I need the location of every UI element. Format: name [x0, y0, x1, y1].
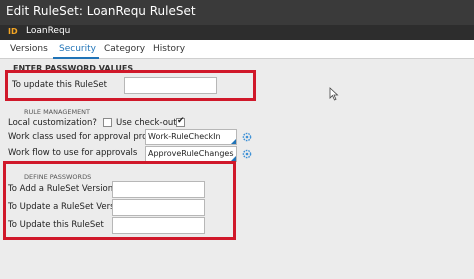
id-badge: ID [8, 27, 18, 36]
work-class-select[interactable]: Work-RuleCheckIn [145, 129, 237, 145]
work-class-value: Work-RuleCheckIn [148, 132, 221, 141]
update-ruleset-define-label: To Update this RuleSet [8, 220, 104, 230]
add-version-password-label: To Add a RuleSet Version [8, 184, 114, 194]
tab-versions[interactable]: Versions [10, 44, 48, 54]
update-version-password-label: To Update a RuleSet Version [8, 202, 128, 212]
work-flow-value: ApproveRuleChanges [148, 149, 234, 158]
tab-strip: Versions Security Category History [0, 40, 474, 59]
window-title: Edit RuleSet: LoanRequ RuleSet [6, 4, 196, 18]
tab-security[interactable]: Security [59, 44, 96, 54]
rule-id-bar: ID LoanRequ [0, 25, 474, 40]
highlight-box-enter-passwords [5, 70, 256, 101]
mouse-cursor-icon [329, 87, 339, 101]
update-ruleset-define-input[interactable] [112, 217, 205, 234]
work-flow-select[interactable]: ApproveRuleChanges [145, 146, 237, 162]
dropdown-corner-icon [231, 139, 236, 144]
tab-category[interactable]: Category [104, 44, 145, 54]
ruleset-id-name: LoanRequ [26, 26, 71, 36]
use-checkout-checkbox[interactable] [176, 116, 185, 127]
define-passwords-heading: DEFINE PASSWORDS [24, 173, 92, 181]
update-version-password-input[interactable] [112, 199, 205, 216]
local-customization-label: Local customization? [8, 118, 97, 128]
work-flow-label: Work flow to use for approvals [8, 148, 138, 158]
local-customization-checkbox[interactable] [103, 118, 112, 127]
gear-icon[interactable] [242, 132, 252, 142]
work-class-label: Work class used for approval process [8, 132, 167, 142]
use-checkout-label: Use check-out? [116, 118, 182, 128]
gear-icon[interactable] [242, 149, 252, 159]
rule-management-heading: RULE MANAGEMENT [24, 108, 91, 116]
tab-history[interactable]: History [153, 44, 185, 54]
title-bar: Edit RuleSet: LoanRequ RuleSet [0, 0, 474, 25]
add-version-password-input[interactable] [112, 181, 205, 198]
